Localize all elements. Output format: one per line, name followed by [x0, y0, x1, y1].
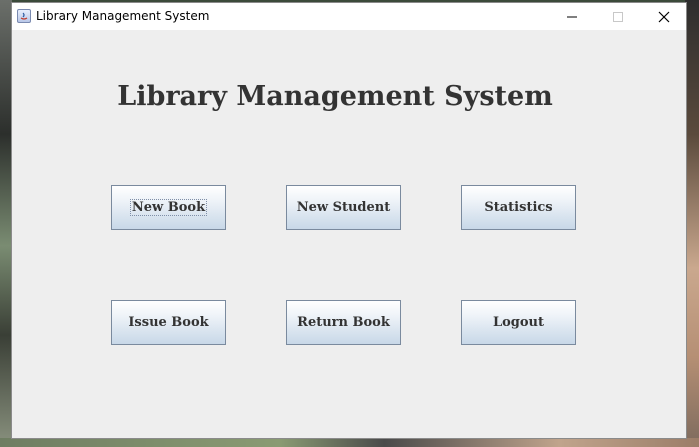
- page-title: Library Management System: [117, 81, 553, 112]
- maximize-icon: [613, 11, 623, 22]
- desktop-background-bottom: [0, 438, 699, 447]
- java-app-icon: [17, 9, 31, 23]
- new-book-button-label: New Book: [129, 199, 208, 216]
- new-book-button[interactable]: New Book: [111, 185, 226, 230]
- title-bar[interactable]: Library Management System: [12, 3, 686, 30]
- statistics-button-label: Statistics: [484, 200, 553, 215]
- return-book-button[interactable]: Return Book: [286, 300, 401, 345]
- minimize-icon: [567, 16, 577, 17]
- app-window: Library Management System Library Manage…: [11, 2, 687, 439]
- maximize-button[interactable]: [595, 3, 641, 30]
- issue-book-button-label: Issue Book: [128, 315, 209, 330]
- return-book-button-label: Return Book: [297, 315, 390, 330]
- close-icon: [658, 11, 670, 22]
- logout-button-label: Logout: [492, 315, 545, 330]
- new-student-button[interactable]: New Student: [286, 185, 401, 230]
- issue-book-button[interactable]: Issue Book: [111, 300, 226, 345]
- new-student-button-label: New Student: [296, 200, 391, 215]
- minimize-button[interactable]: [549, 3, 595, 30]
- statistics-button[interactable]: Statistics: [461, 185, 576, 230]
- window-title: Library Management System: [36, 9, 210, 23]
- logout-button[interactable]: Logout: [461, 300, 576, 345]
- close-button[interactable]: [641, 3, 687, 30]
- desktop-background-right: [685, 0, 699, 447]
